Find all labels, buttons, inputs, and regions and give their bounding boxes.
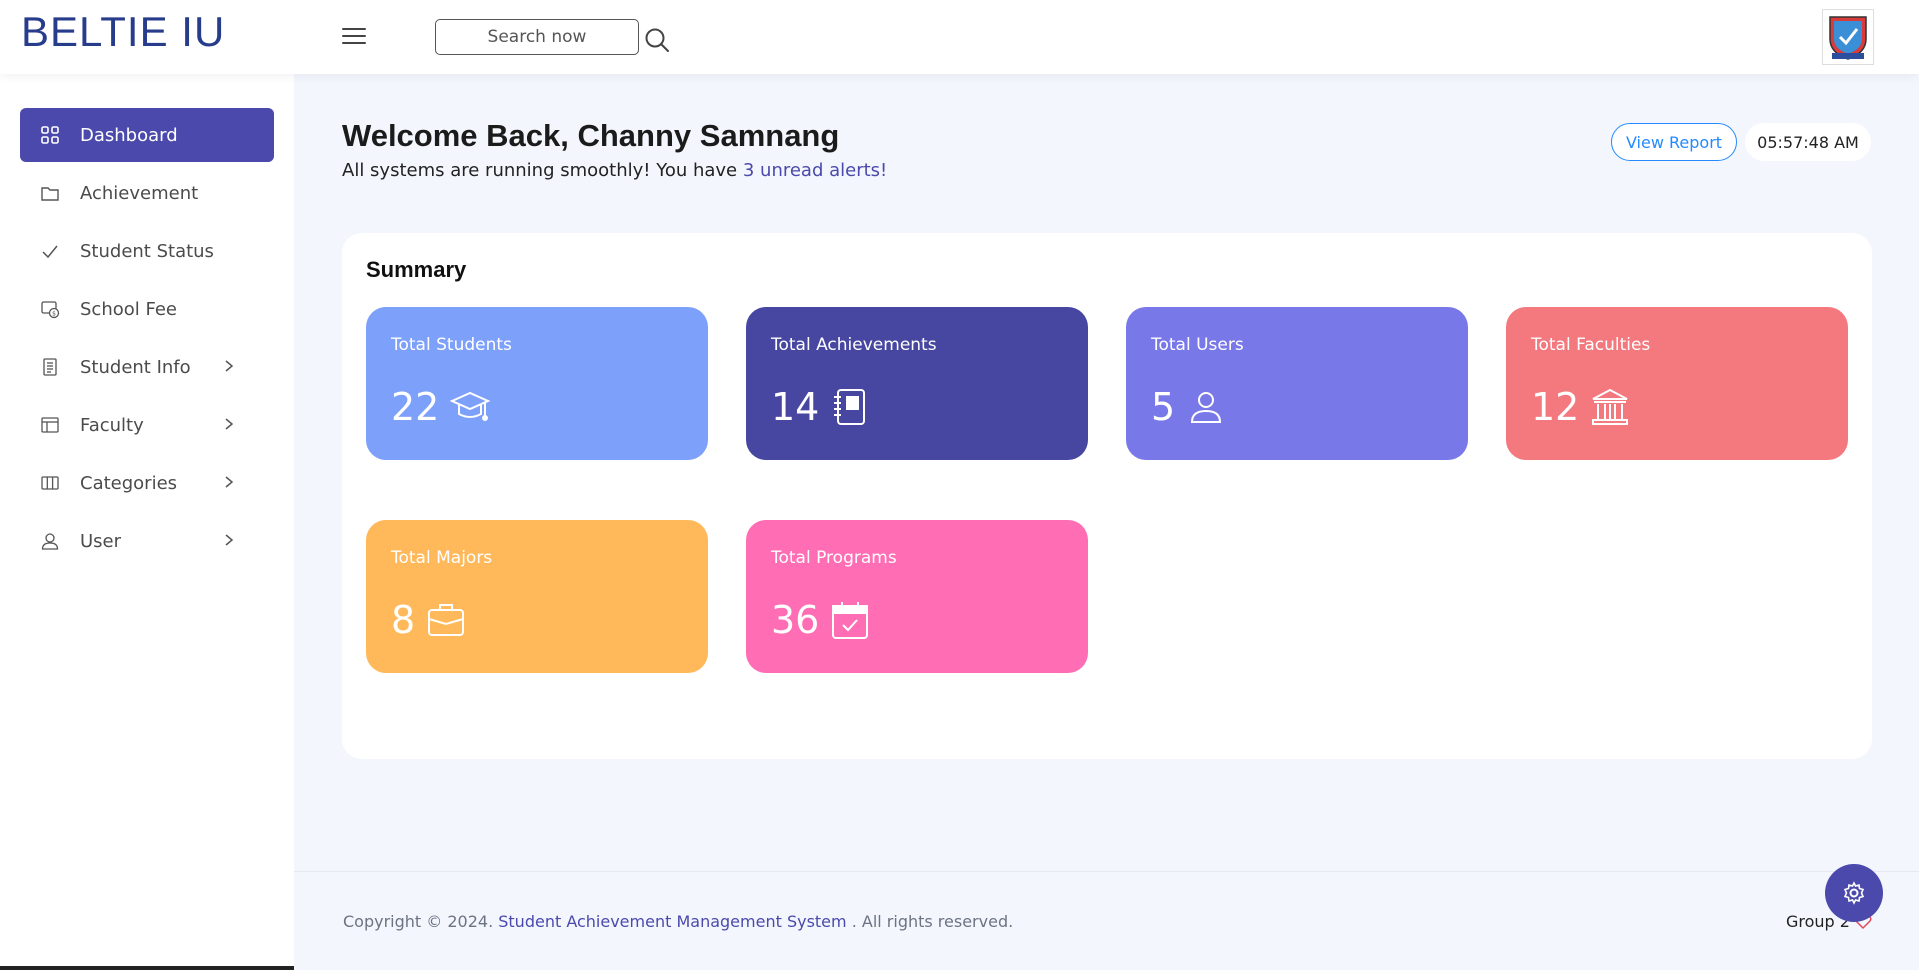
sidebar-item-student-info[interactable]: Student Info — [20, 340, 274, 394]
layout-icon — [40, 415, 60, 435]
sidebar-item-label: User — [80, 530, 122, 552]
stat-value: 5 — [1151, 385, 1176, 429]
user-icon — [40, 531, 60, 551]
bank-icon — [1589, 386, 1631, 428]
sidebar-item-faculty[interactable]: Faculty — [20, 398, 274, 452]
stat-value: 14 — [771, 385, 820, 429]
stat-label: Total Programs — [771, 548, 897, 568]
user-icon — [1185, 386, 1227, 428]
stat-value: 12 — [1531, 385, 1580, 429]
profile-avatar[interactable] — [1822, 9, 1874, 65]
chevron-right-icon — [225, 534, 234, 546]
sidebar-item-school-fee[interactable]: $ School Fee — [20, 282, 274, 336]
stat-value: 22 — [391, 385, 440, 429]
columns-icon — [40, 473, 60, 493]
briefcase-icon — [425, 599, 467, 641]
copyright-prefix: Copyright © 2024. — [343, 912, 499, 931]
summary-panel: Summary Total Students 22 Total Achievem… — [342, 233, 1872, 759]
stat-label: Total Faculties — [1531, 335, 1651, 355]
sidebar-item-student-status[interactable]: Student Status — [20, 224, 274, 278]
search-icon[interactable] — [643, 26, 671, 54]
copyright-suffix: . All rights reserved. — [846, 912, 1014, 931]
stat-value: 8 — [391, 598, 416, 642]
calendar-check-icon — [829, 599, 871, 641]
stat-card-total-faculties[interactable]: Total Faculties 12 — [1506, 307, 1848, 460]
sidebar-item-achievement[interactable]: Achievement — [20, 166, 274, 220]
check-icon — [40, 241, 60, 261]
stat-card-total-majors[interactable]: Total Majors 8 — [366, 520, 708, 673]
sidebar-item-label: Dashboard — [80, 124, 178, 146]
footer: Copyright © 2024. Student Achievement Ma… — [294, 871, 1919, 970]
chevron-right-icon — [225, 418, 234, 430]
chevron-right-icon — [225, 360, 234, 372]
view-report-button[interactable]: View Report — [1611, 123, 1737, 161]
stat-label: Total Users — [1151, 335, 1244, 355]
sidebar-item-label: Categories — [80, 472, 178, 494]
stat-label: Total Majors — [391, 548, 493, 568]
stat-card-total-students[interactable]: Total Students 22 — [366, 307, 708, 460]
sidebar-item-categories[interactable]: Categories — [20, 456, 274, 510]
status-text: All systems are running smoothly! You ha… — [342, 160, 743, 181]
chevron-right-icon — [225, 476, 234, 488]
clock-display: 05:57:48 AM — [1745, 123, 1871, 161]
system-name-link[interactable]: Student Achievement Management System — [498, 912, 846, 931]
sidebar-item-label: Faculty — [80, 414, 144, 436]
search-input[interactable] — [435, 19, 639, 55]
stat-card-total-users[interactable]: Total Users 5 — [1126, 307, 1468, 460]
sidebar-item-label: Student Status — [80, 240, 214, 262]
page-title: Welcome Back, Channy Samnang — [342, 118, 840, 153]
menu-toggle-icon[interactable] — [342, 28, 366, 48]
top-navbar: BELTIE IU — [0, 0, 1919, 74]
graduation-cap-icon — [449, 386, 491, 428]
divider — [0, 966, 294, 970]
stat-card-total-programs[interactable]: Total Programs 36 — [746, 520, 1088, 673]
money-icon: $ — [40, 299, 60, 319]
unread-alerts-link[interactable]: 3 unread alerts! — [743, 160, 887, 181]
stat-label: Total Achievements — [771, 335, 937, 355]
document-icon — [40, 357, 60, 377]
summary-title: Summary — [366, 257, 467, 282]
svg-text:$: $ — [52, 311, 56, 318]
status-subtitle: All systems are running smoothly! You ha… — [342, 160, 887, 181]
sidebar: Dashboard Achievement Student Status $ S… — [0, 74, 294, 970]
sidebar-item-label: School Fee — [80, 298, 177, 320]
settings-button[interactable] — [1825, 864, 1883, 922]
sidebar-item-label: Achievement — [80, 182, 199, 204]
gear-icon — [1843, 881, 1865, 905]
brand-logo-text[interactable]: BELTIE IU — [21, 8, 225, 56]
copyright-text: Copyright © 2024. Student Achievement Ma… — [343, 912, 1013, 931]
folder-icon — [40, 183, 60, 203]
stat-value: 36 — [771, 598, 820, 642]
stat-label: Total Students — [391, 335, 512, 355]
sidebar-item-dashboard[interactable]: Dashboard — [20, 108, 274, 162]
grid-icon — [40, 125, 60, 145]
notebook-icon — [829, 386, 871, 428]
sidebar-item-user[interactable]: User — [20, 514, 274, 568]
stat-card-total-achievements[interactable]: Total Achievements 14 — [746, 307, 1088, 460]
sidebar-item-label: Student Info — [80, 356, 191, 378]
university-crest-icon — [1829, 16, 1867, 60]
